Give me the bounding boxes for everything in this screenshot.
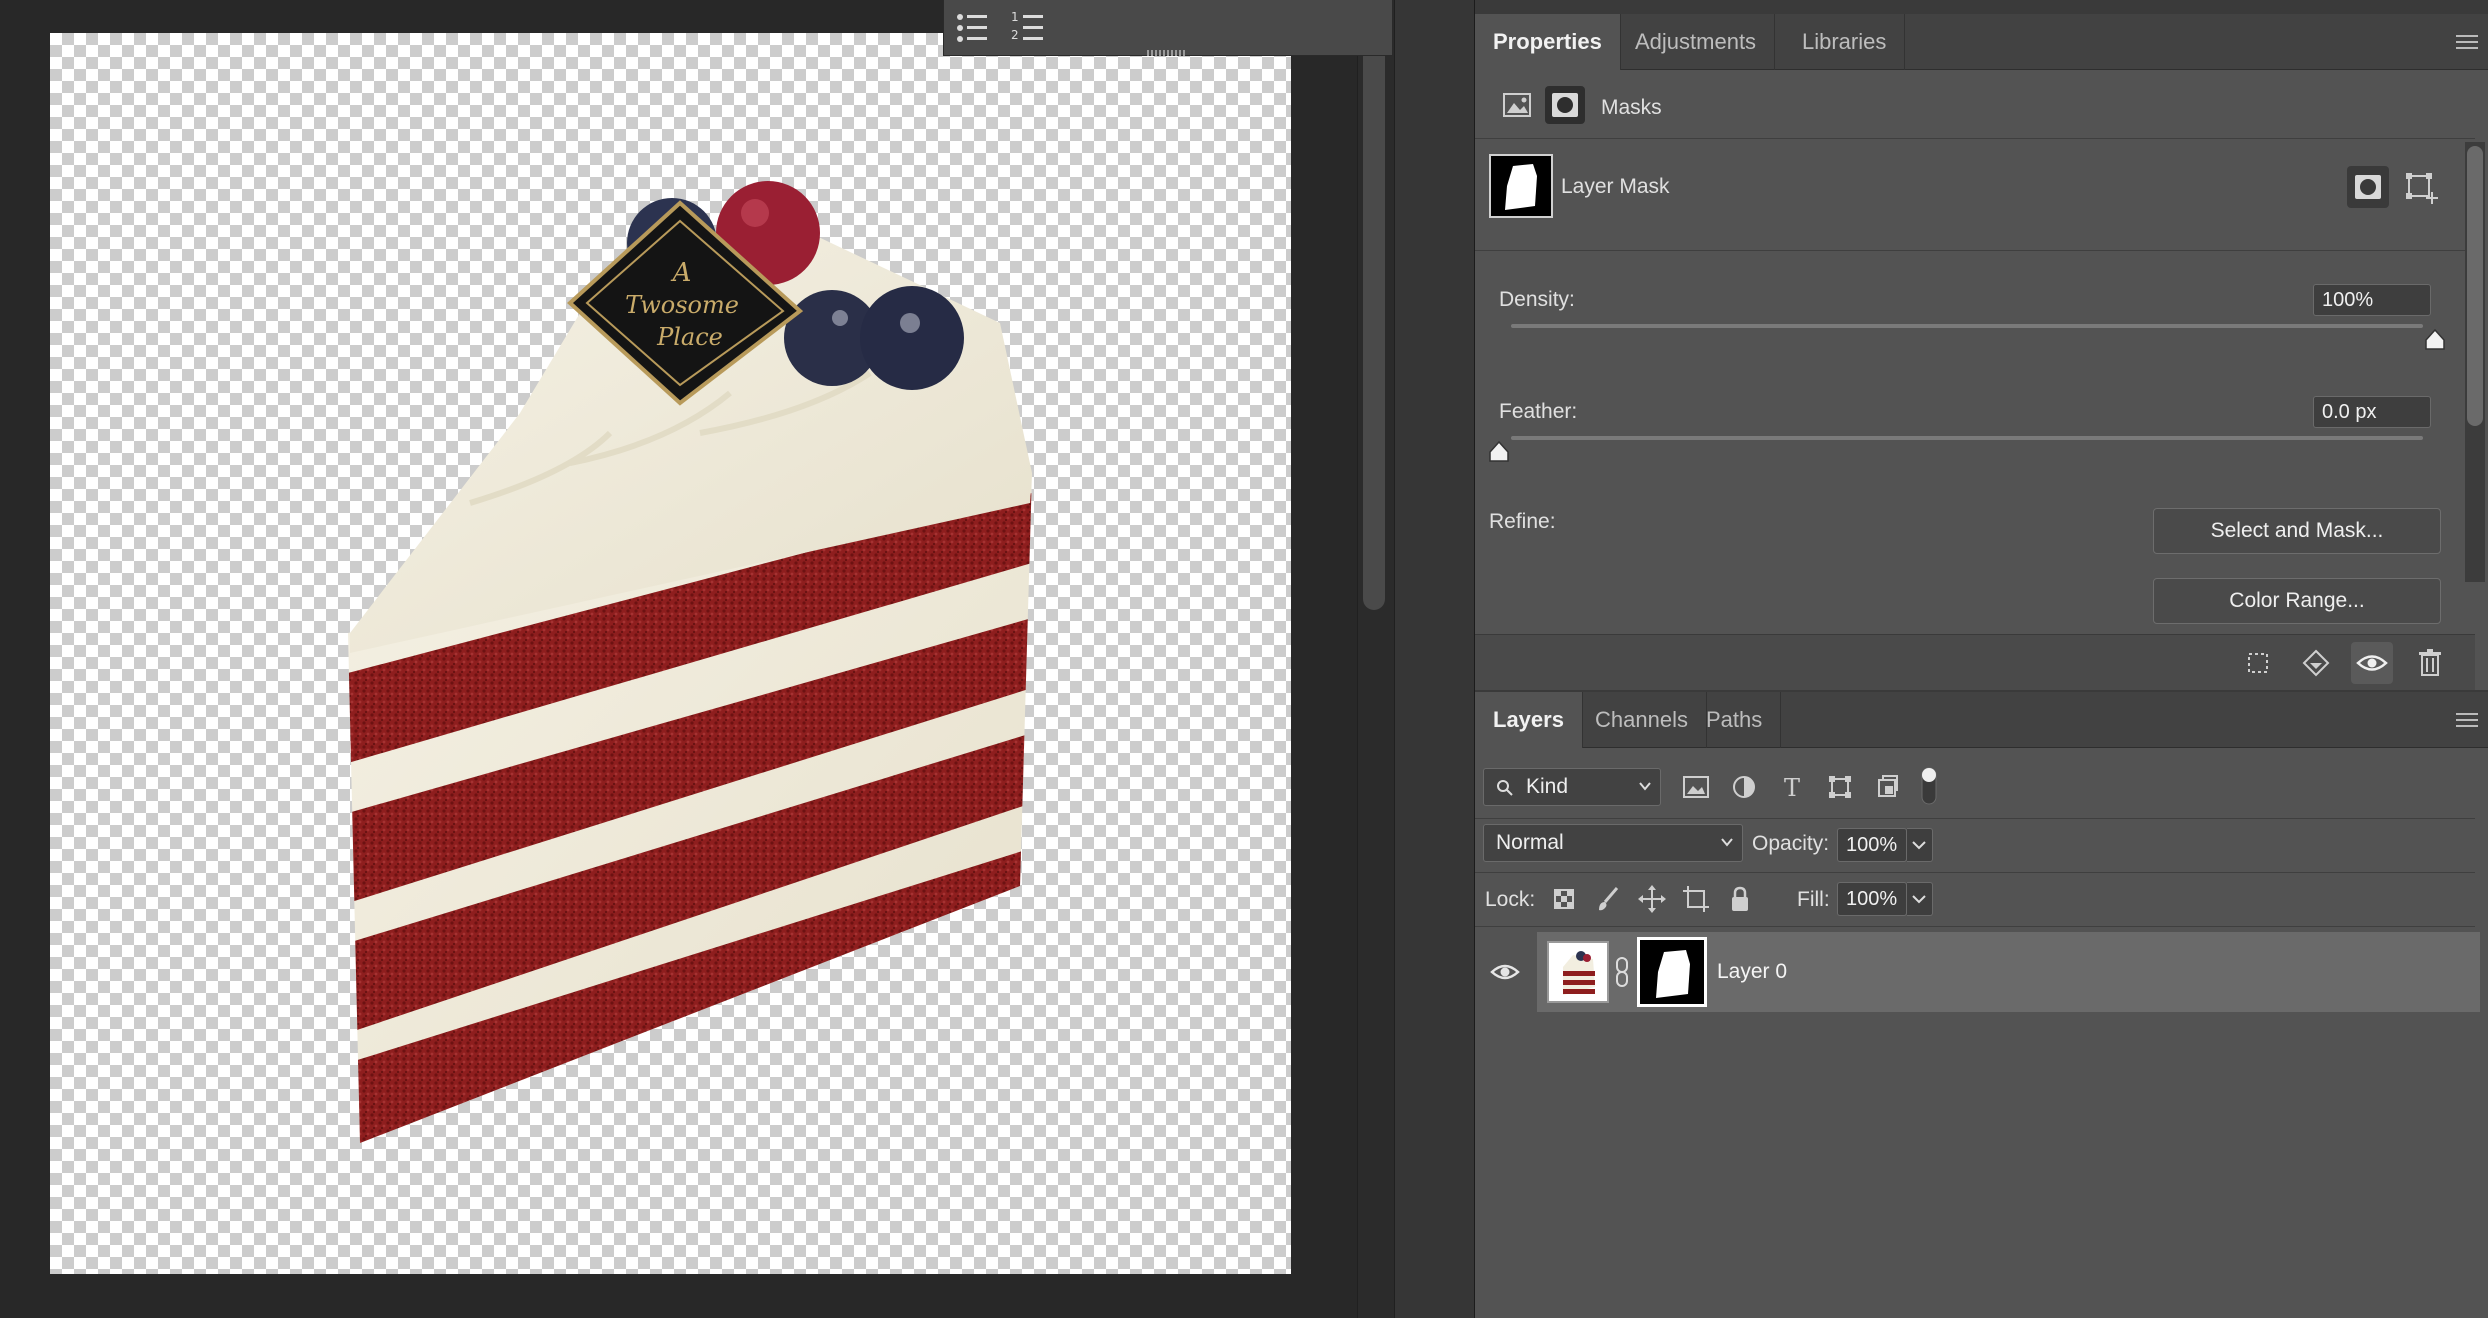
delete-mask-icon[interactable] <box>2409 642 2451 684</box>
svg-text:1: 1 <box>1011 10 1019 24</box>
filter-adjustment-icon[interactable] <box>1725 768 1763 806</box>
layer-row[interactable]: Layer 0 <box>1537 932 2480 1012</box>
filter-type-icon[interactable]: T <box>1773 768 1811 806</box>
filter-pixel-icon[interactable] <box>1677 768 1715 806</box>
search-icon <box>1497 780 1513 796</box>
mask-thumbnail[interactable] <box>1489 154 1553 218</box>
opacity-label: Opacity: <box>1752 832 1830 855</box>
layers-panel: Layers Channels Paths Kind T Normal Opac… <box>1475 692 2488 1318</box>
blend-mode-label: Normal <box>1496 831 1564 854</box>
density-field[interactable]: 100% <box>2313 284 2431 316</box>
lock-pixels-brush-icon[interactable] <box>1589 880 1627 918</box>
apply-mask-icon[interactable] <box>2295 642 2337 684</box>
topper-line-2: Twosome <box>625 291 739 319</box>
properties-tabbar: Properties Adjustments Libraries <box>1475 14 2488 70</box>
layer-mask-icon[interactable] <box>1545 86 1585 124</box>
svg-text:T: T <box>1784 774 1800 802</box>
svg-text:2: 2 <box>1011 28 1019 42</box>
cake-image: A Twosome Place <box>348 181 1032 1143</box>
toolbar-grip[interactable] <box>1147 50 1187 56</box>
properties-scrollbar-thumb[interactable] <box>2467 146 2483 426</box>
density-slider[interactable] <box>1511 324 2423 328</box>
fill-label: Fill: <box>1797 888 1830 911</box>
chevron-down-icon <box>1721 838 1733 847</box>
filter-toggle[interactable] <box>1917 764 1941 808</box>
lock-transparent-icon[interactable] <box>1545 880 1583 918</box>
tab-libraries[interactable]: Libraries <box>1784 14 1906 70</box>
blend-mode-dropdown[interactable]: Normal <box>1483 824 1743 862</box>
feather-field[interactable]: 0.0 px <box>2313 396 2431 428</box>
pixel-mask-icon[interactable] <box>1500 88 1534 122</box>
feather-label: Feather: <box>1499 400 1578 423</box>
feather-slider[interactable] <box>1511 436 2423 440</box>
mask-visibility-icon[interactable] <box>2351 642 2393 684</box>
properties-footer <box>1475 634 2475 690</box>
fill-field[interactable]: 100% <box>1837 882 1907 916</box>
tab-layers[interactable]: Layers <box>1475 692 1583 748</box>
layers-tabbar: Layers Channels Paths <box>1475 692 2488 748</box>
select-mask-icon[interactable] <box>2347 166 2389 208</box>
panel-dock-strip <box>1394 0 1474 1318</box>
topper-line-3: Place <box>656 323 723 351</box>
refine-label: Refine: <box>1489 510 1556 533</box>
layer-thumbnail <box>1547 941 1609 1003</box>
layer-mask-label: Layer Mask <box>1561 175 1670 198</box>
filter-kind-dropdown[interactable]: Kind <box>1483 768 1661 806</box>
load-selection-icon[interactable] <box>2237 642 2279 684</box>
density-label: Density: <box>1499 288 1575 311</box>
lock-label: Lock: <box>1485 888 1536 911</box>
opacity-field[interactable]: 100% <box>1837 828 1907 862</box>
lock-position-move-icon[interactable] <box>1633 880 1671 918</box>
filter-shape-icon[interactable] <box>1821 768 1859 806</box>
tab-adjustments[interactable]: Adjustments <box>1617 14 1776 70</box>
layer-name: Layer 0 <box>1717 960 1788 983</box>
density-slider-thumb[interactable] <box>2424 329 2446 351</box>
mask-link-icon[interactable] <box>1613 954 1631 990</box>
layers-menu-icon[interactable] <box>2456 710 2478 730</box>
masks-title: Masks <box>1601 96 1662 119</box>
lock-all-icon[interactable] <box>1721 880 1759 918</box>
tab-properties[interactable]: Properties <box>1475 14 1621 70</box>
topper-line-1: A <box>671 258 692 288</box>
color-range-button[interactable]: Color Range... <box>2153 578 2441 624</box>
canvas-scrollbar-thumb[interactable] <box>1363 40 1385 610</box>
chevron-down-icon <box>1639 782 1651 791</box>
fill-dropdown-icon[interactable] <box>1907 882 1933 916</box>
select-and-mask-button[interactable]: Select and Mask... <box>2153 508 2441 554</box>
image-canvas[interactable]: A Twosome Place <box>50 33 1291 1274</box>
filter-kind-label: Kind <box>1526 775 1569 798</box>
text-format-toolbar: 1 2 <box>943 0 1393 56</box>
layer-mask-thumbnail[interactable] <box>1637 937 1707 1007</box>
tab-paths[interactable]: Paths <box>1688 692 1782 748</box>
opacity-dropdown-icon[interactable] <box>1907 828 1933 862</box>
add-vector-mask-icon[interactable] <box>2401 166 2443 208</box>
bulleted-list-icon[interactable] <box>952 6 992 46</box>
numbered-list-icon[interactable]: 1 2 <box>1008 6 1048 46</box>
panel-menu-icon[interactable] <box>2456 32 2478 52</box>
properties-panel: Properties Adjustments Libraries Masks L… <box>1475 14 2488 690</box>
filter-smart-object-icon[interactable] <box>1869 768 1907 806</box>
feather-slider-thumb[interactable] <box>1488 441 1510 463</box>
layer-visibility-eye-icon[interactable] <box>1485 952 1525 992</box>
lock-artboard-icon[interactable] <box>1677 880 1715 918</box>
